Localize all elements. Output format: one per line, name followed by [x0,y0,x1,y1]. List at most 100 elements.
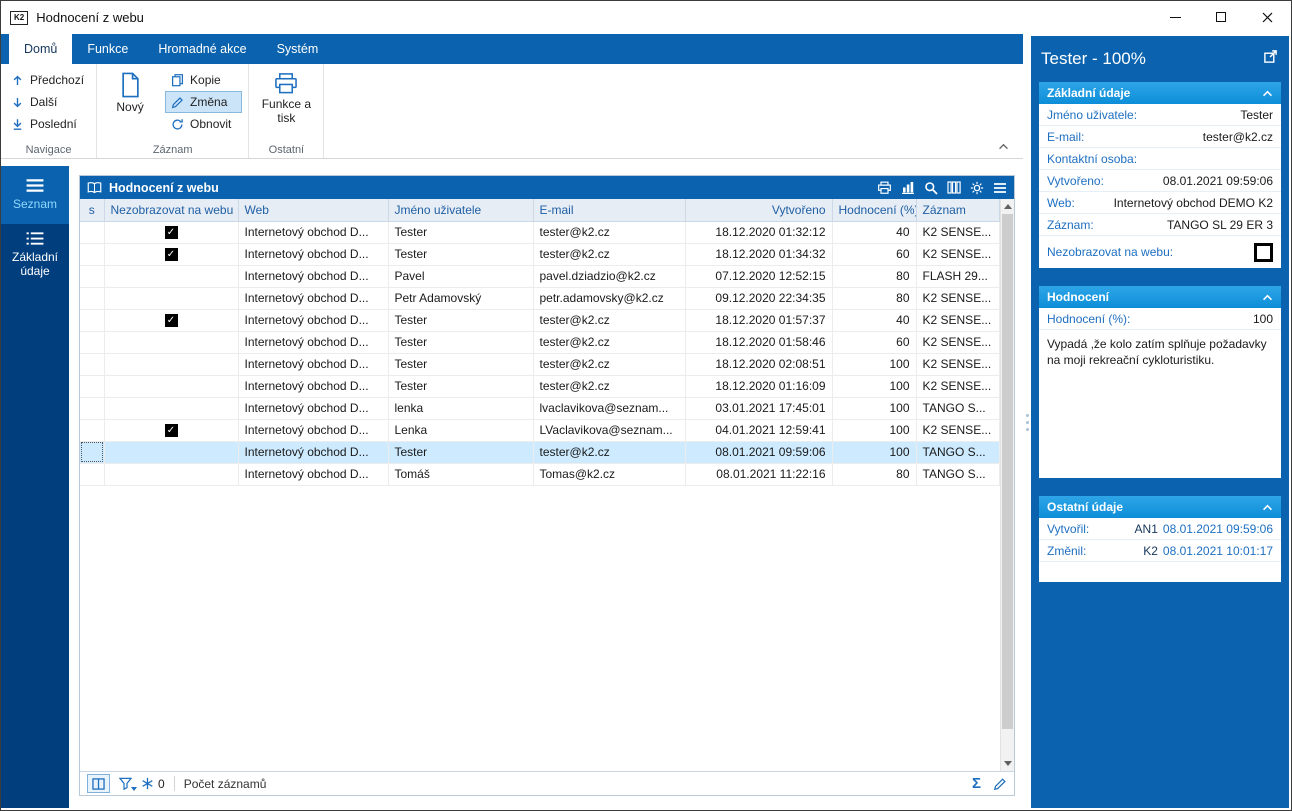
column-header-web[interactable]: Web [238,199,389,222]
column-header-nezobrazovat[interactable]: Nezobrazovat na webu [104,199,239,222]
row-marker-cell[interactable] [80,441,105,464]
row-marker-cell[interactable] [80,419,105,442]
field-value[interactable]: 08.01.2021 09:59:06 [1163,174,1273,188]
chart-icon[interactable] [901,181,915,194]
field-value[interactable]: tester@k2.cz [1203,130,1273,144]
rating-value[interactable]: 100 [1253,312,1273,326]
column-header-s[interactable]: s [80,199,105,222]
table-row[interactable]: Internetový obchod D... Tester tester@k2… [80,309,1000,332]
table-row[interactable]: Internetový obchod D... Tester tester@k2… [80,375,1000,398]
row-marker-cell[interactable] [80,331,105,354]
row-marker-cell[interactable] [80,243,105,266]
tab-domu[interactable]: Domů [9,34,73,64]
filter-button[interactable] [119,777,137,791]
tab-funkce[interactable]: Funkce [72,34,143,64]
field-value[interactable]: Internetový obchod DEMO K2 [1114,196,1273,210]
table-row[interactable]: Internetový obchod D... Petr Adamovský p… [80,287,1000,310]
row-checkbox-cell[interactable] [104,243,239,266]
sum-button[interactable]: Σ [972,775,981,792]
row-checkbox-cell[interactable] [104,221,239,244]
section-header-ostatni-udaje[interactable]: Ostatní údaje [1039,496,1281,518]
row-checkbox-cell[interactable] [104,331,239,354]
column-header-zaznam[interactable]: Záznam [916,199,1000,222]
next-button[interactable]: Další [7,91,90,113]
row-marker-cell[interactable] [80,353,105,376]
scroll-up-arrow[interactable] [1001,199,1014,214]
rating-note[interactable]: Vypadá ,že kolo zatím splňuje požadavky … [1039,330,1281,478]
scroll-down-arrow[interactable] [1001,756,1014,771]
new-button[interactable]: Nový [103,69,157,135]
refresh-icon [171,118,184,131]
table-row[interactable]: Internetový obchod D... Lenka LVaclaviko… [80,419,1000,442]
table-row[interactable]: Internetový obchod D... Tomáš Tomas@k2.c… [80,463,1000,486]
last-button[interactable]: Poslední [7,113,90,135]
table-row[interactable]: Internetový obchod D... Tester tester@k2… [80,243,1000,266]
row-checkbox-cell[interactable] [104,463,239,486]
cell-record: K2 SENSE... [916,309,1000,332]
print-icon[interactable] [877,181,892,195]
column-header-vytvoreno[interactable]: Vytvořeno [685,199,833,222]
row-checkbox-cell[interactable] [104,287,239,310]
cell-created: 08.01.2021 11:22:16 [685,463,833,486]
refresh-button[interactable]: Obnovit [165,113,242,135]
row-marker-cell[interactable] [80,309,105,332]
section-header-zakladni-udaje[interactable]: Základní údaje [1039,82,1281,104]
vertical-scrollbar[interactable] [1000,199,1014,771]
table-row[interactable]: Internetový obchod D... Tester tester@k2… [80,441,1000,464]
field-value[interactable]: TANGO SL 29 ER 3 [1167,218,1273,232]
row-checkbox-cell[interactable] [104,441,239,464]
scrollbar-thumb[interactable] [1002,214,1013,729]
popout-button[interactable] [1263,49,1278,64]
frozen-rows-indicator[interactable]: 0 [141,777,165,791]
row-checkbox-cell[interactable] [104,309,239,332]
panel-splitter[interactable] [1023,36,1031,808]
tab-system[interactable]: Systém [262,34,334,64]
row-marker-cell[interactable] [80,221,105,244]
arrow-down-icon [11,96,24,109]
gear-icon[interactable] [970,181,984,195]
app-window: K2 Hodnocení z webu Domů Funkce Hromadné… [0,0,1292,811]
tab-hromadne-akce[interactable]: Hromadné akce [143,34,261,64]
row-marker-cell[interactable] [80,397,105,420]
row-checkbox-cell[interactable] [104,397,239,420]
sidebar-item-zakladni-udaje[interactable]: Základní údaje [1,224,69,286]
change-button[interactable]: Změna [165,91,243,113]
table-row[interactable]: Internetový obchod D... Tester tester@k2… [80,221,1000,244]
cell-created: 03.01.2021 17:45:01 [685,397,833,420]
table-row[interactable]: Internetový obchod D... Pavel pavel.dzia… [80,265,1000,288]
column-header-hodnoceni[interactable]: Hodnocení (%) [832,199,917,222]
table-row[interactable]: Internetový obchod D... lenka lvaclaviko… [80,397,1000,420]
row-marker-cell[interactable] [80,287,105,310]
table-row[interactable]: Internetový obchod D... Tester tester@k2… [80,353,1000,376]
table-row[interactable]: Internetový obchod D... Tester tester@k2… [80,331,1000,354]
collapse-ribbon-button[interactable] [998,143,1009,150]
functions-print-button[interactable]: Funkce a tisk [255,69,317,126]
row-marker-cell[interactable] [80,265,105,288]
row-checkbox-cell[interactable] [104,353,239,376]
row-checkbox-cell[interactable] [104,375,239,398]
menu-icon[interactable] [993,182,1007,194]
columns-icon[interactable] [947,181,961,194]
row-checkbox-cell[interactable] [104,265,239,288]
close-button[interactable] [1244,1,1290,33]
cell-created: 18.12.2020 01:16:09 [685,375,833,398]
cell-email: tester@k2.cz [533,353,686,376]
row-marker-cell[interactable] [80,463,105,486]
field-value[interactable]: Tester [1240,108,1273,122]
copy-button[interactable]: Kopie [165,69,242,91]
view-mode-button[interactable] [87,774,110,793]
maximize-button[interactable] [1198,1,1244,33]
cell-email: tester@k2.cz [533,309,686,332]
minimize-button[interactable] [1152,1,1198,33]
column-header-email[interactable]: E-mail [533,199,686,222]
row-checkbox-cell[interactable] [104,419,239,442]
edit-pencil-button[interactable] [993,777,1007,791]
row-marker-cell[interactable] [80,375,105,398]
previous-button[interactable]: Předchozí [7,69,90,91]
cell-created: 04.01.2021 12:59:41 [685,419,833,442]
sidebar-item-seznam[interactable]: Seznam [1,166,69,224]
search-icon[interactable] [924,181,938,195]
hide-on-web-checkbox[interactable] [1254,242,1273,262]
section-header-hodnoceni[interactable]: Hodnocení [1039,286,1281,308]
column-header-jmeno[interactable]: Jméno uživatele [388,199,534,222]
